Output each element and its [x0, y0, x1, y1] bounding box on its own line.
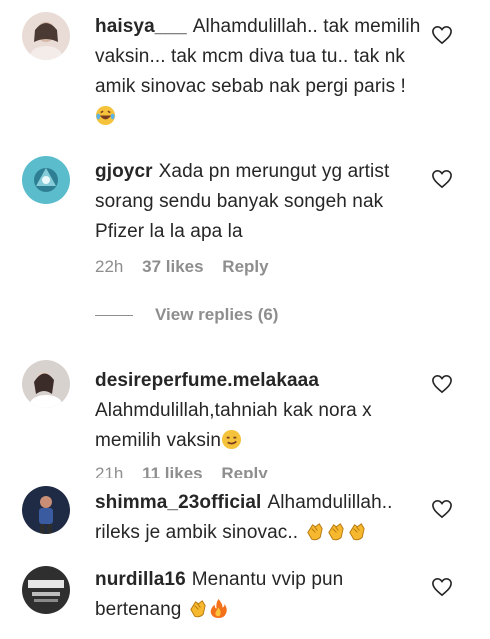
clapping-hands-emoji [187, 598, 208, 619]
comment-username[interactable]: desireperfume.melakaaa [95, 370, 319, 391]
reply-button[interactable]: Reply [222, 257, 268, 276]
reply-button[interactable]: Reply [221, 464, 267, 478]
avatar[interactable] [22, 360, 70, 408]
avatar[interactable] [22, 156, 70, 204]
comment-username[interactable]: nurdilla16 [95, 569, 186, 590]
heart-outline-icon[interactable] [431, 577, 453, 597]
comment-text: shimma_23official Alhamdulillah.. rileks … [95, 488, 425, 548]
comment-text: nurdilla16 Menantu vvip pun bertenang [95, 565, 425, 625]
comment-meta: 21h 11 likes Reply [95, 464, 282, 478]
comment-likes[interactable]: 11 likes [142, 464, 203, 478]
avatar[interactable] [22, 566, 70, 614]
avatar[interactable] [22, 12, 70, 60]
comment-time: 22h [95, 257, 124, 276]
avatar[interactable] [22, 486, 70, 534]
comment-likes[interactable]: 37 likes [142, 257, 203, 276]
comment-username[interactable]: gjoycr [95, 161, 153, 182]
clapping-hands-emoji [304, 521, 325, 542]
divider-line [95, 315, 133, 317]
laughing-tears-emoji [95, 105, 116, 126]
view-replies-label[interactable]: View replies (6) [155, 305, 278, 324]
comment-text: haisya___ Alhamdulillah.. tak memilih vak… [95, 12, 425, 132]
heart-outline-icon[interactable] [431, 499, 453, 519]
clapping-hands-emoji [346, 521, 367, 542]
clapping-hands-emoji [325, 521, 346, 542]
heart-outline-icon[interactable] [431, 374, 453, 394]
heart-outline-icon[interactable] [431, 25, 453, 45]
comment-username[interactable]: haisya___ [95, 16, 187, 37]
view-replies-button[interactable]: View replies (6) [95, 305, 278, 329]
comment-text: desireperfume.melakaaa Alahmdulillah,tahn… [95, 366, 425, 456]
fire-emoji [208, 598, 229, 619]
smirk-emoji [221, 429, 242, 450]
comment-username[interactable]: shimma_23official [95, 492, 261, 513]
comment-time: 21h [95, 464, 124, 478]
heart-outline-icon[interactable] [431, 169, 453, 189]
comment-text: gjoycr Xada pn merungut yg artist sorang … [95, 157, 425, 247]
comment-meta: 22h 37 likes Reply [95, 257, 283, 277]
